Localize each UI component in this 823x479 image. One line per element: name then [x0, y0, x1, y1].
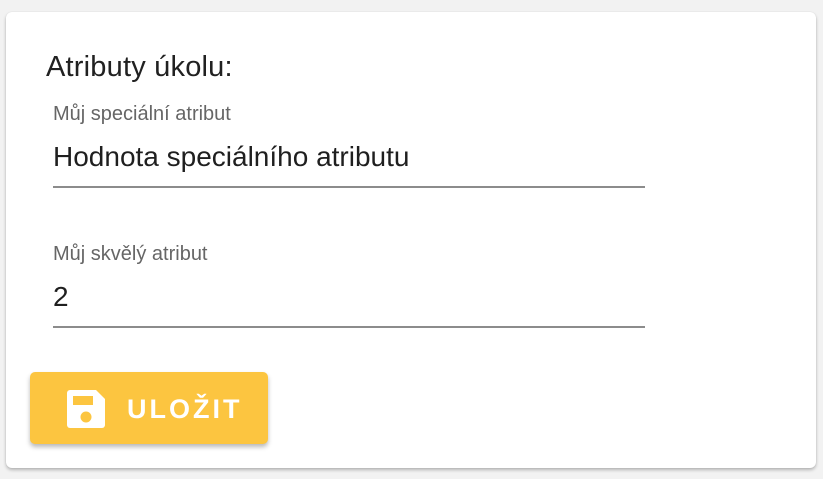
- save-button[interactable]: ULOŽIT: [30, 372, 268, 444]
- special-attribute-field[interactable]: Můj speciální atribut: [53, 100, 645, 188]
- task-attributes-card: Atributy úkolu: Můj speciální atribut Mů…: [6, 12, 816, 468]
- special-attribute-input[interactable]: [53, 138, 645, 176]
- great-attribute-field[interactable]: Můj skvělý atribut: [53, 240, 645, 328]
- form-title: Atributy úkolu:: [46, 51, 233, 83]
- save-icon: [67, 390, 105, 428]
- special-attribute-label: Můj speciální atribut: [53, 103, 231, 125]
- great-attribute-label: Můj skvělý atribut: [53, 243, 208, 265]
- great-attribute-input[interactable]: [53, 278, 645, 316]
- great-attribute-underline: [53, 326, 645, 328]
- special-attribute-underline: [53, 186, 645, 188]
- save-button-label: ULOŽIT: [127, 394, 243, 424]
